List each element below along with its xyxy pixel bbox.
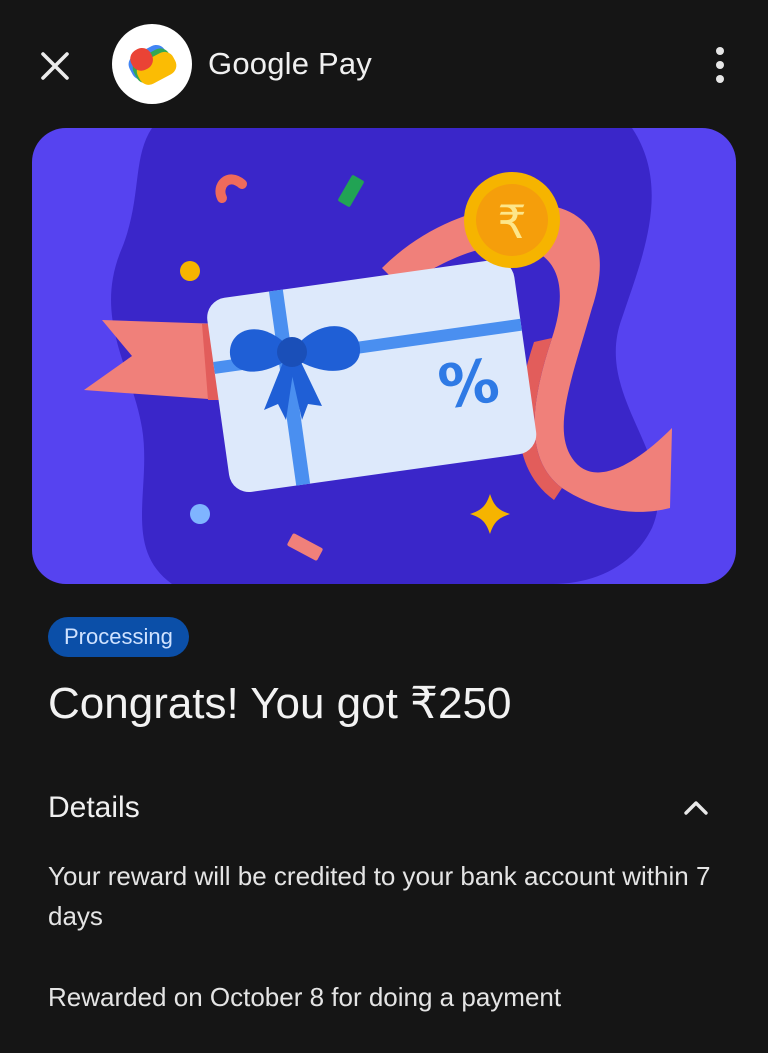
card-percent-symbol: %	[434, 346, 503, 424]
rupee-coin: ₹	[464, 172, 560, 268]
status-badge: Processing	[48, 617, 189, 657]
reward-credit-info: Your reward will be credited to your ban…	[48, 861, 711, 931]
more-vert-icon	[716, 47, 724, 55]
chevron-up-icon	[684, 801, 708, 815]
close-icon	[41, 52, 69, 80]
reward-headline: Congrats! You got ₹250	[48, 679, 512, 728]
google-pay-logo-icon	[128, 44, 177, 85]
close-button[interactable]	[30, 44, 80, 88]
details-title: Details	[48, 791, 140, 824]
details-section-toggle[interactable]: Details	[0, 780, 768, 838]
google-pay-logo	[112, 24, 192, 104]
more-options-button[interactable]	[700, 40, 740, 90]
coin-rupee-symbol: ₹	[497, 195, 526, 249]
top-app-bar: Google Pay	[0, 0, 768, 128]
rewarded-on-info: Rewarded on October 8 for doing a paymen…	[48, 982, 562, 1012]
reward-banner: % ₹	[32, 128, 736, 584]
gift-card-illustration: % ₹	[84, 128, 672, 584]
app-title: Google Pay	[208, 46, 372, 81]
